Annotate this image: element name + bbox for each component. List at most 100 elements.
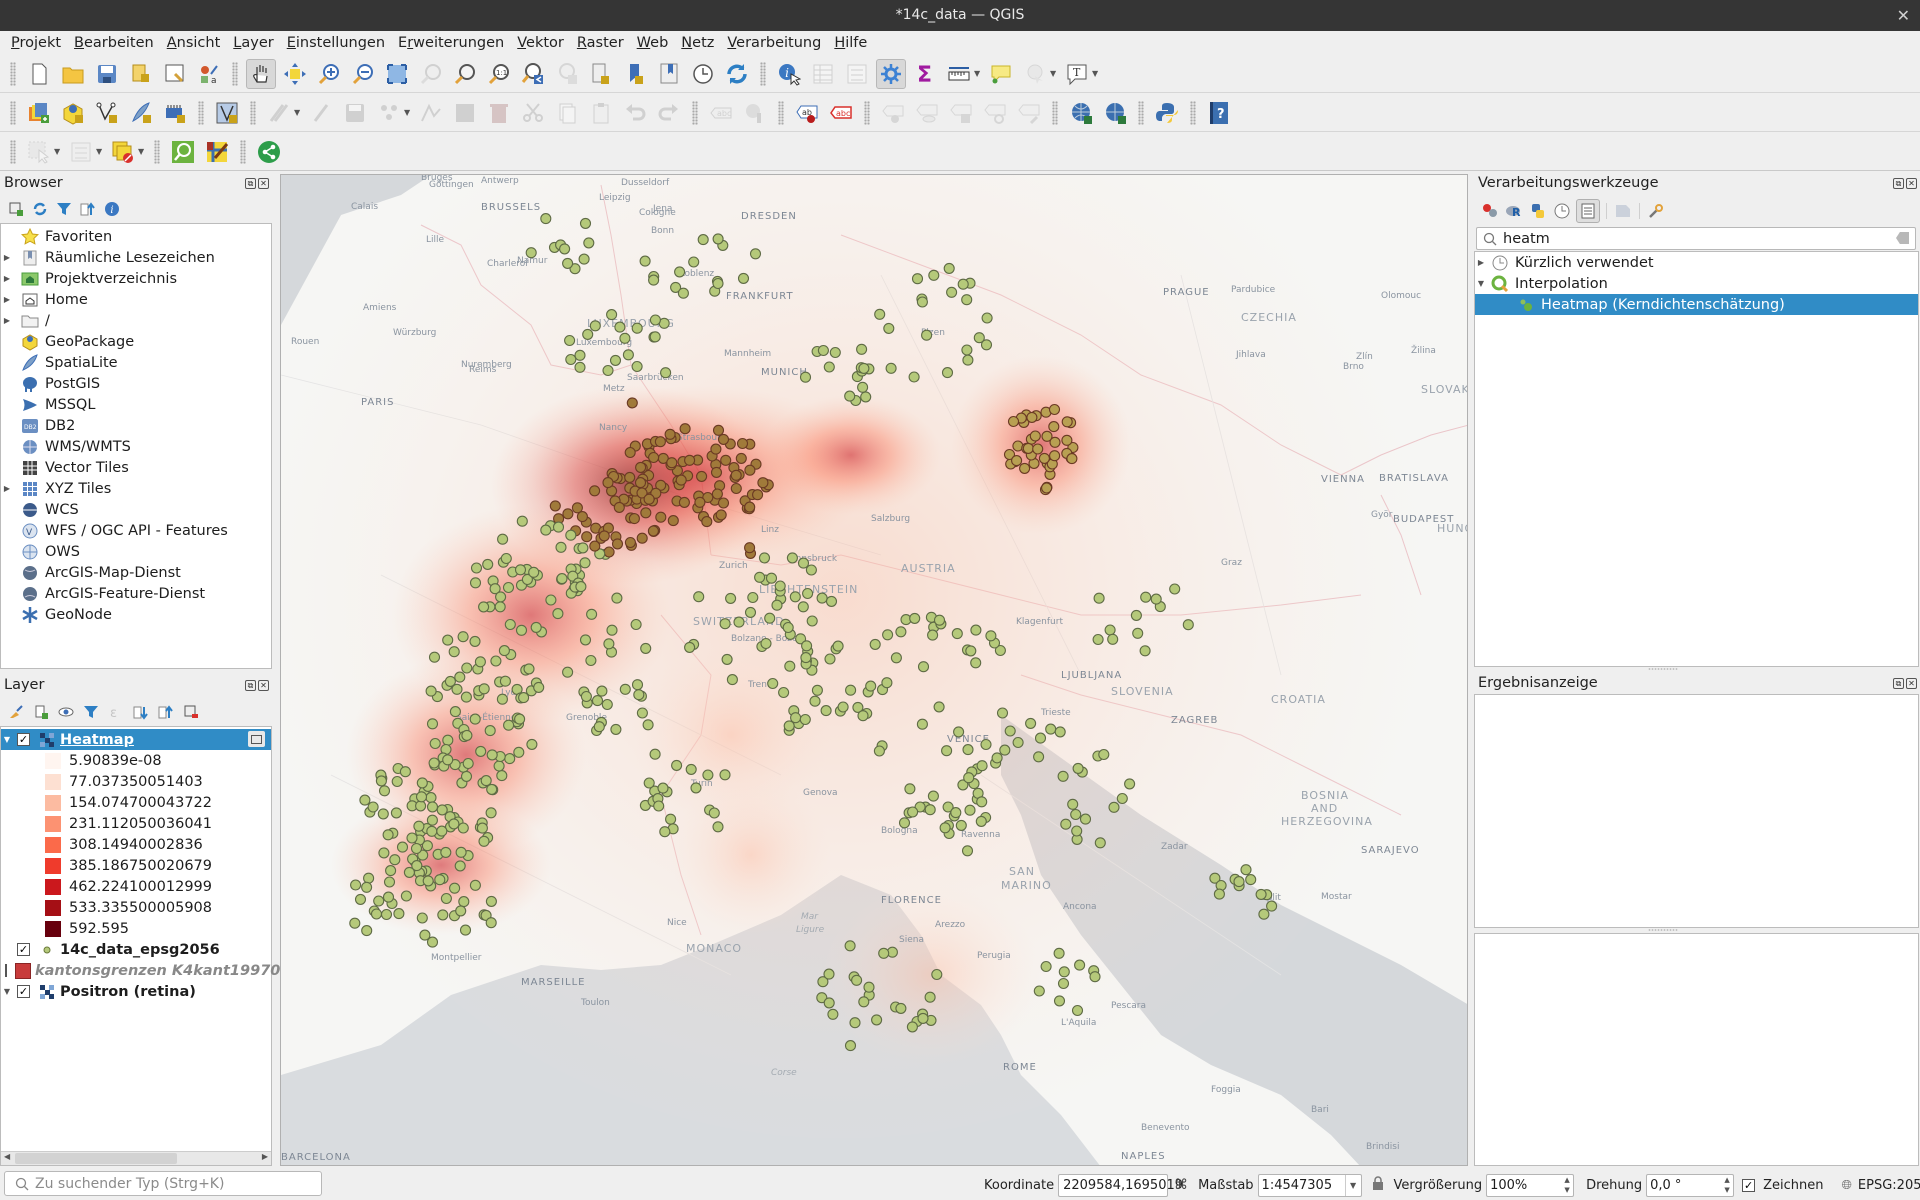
sample-point[interactable] xyxy=(436,804,448,816)
sample-point[interactable] xyxy=(419,929,431,941)
sample-point[interactable] xyxy=(898,817,911,829)
browser-collapse-button[interactable] xyxy=(78,199,98,219)
sample-point[interactable] xyxy=(927,790,939,802)
sample-point[interactable] xyxy=(562,508,574,520)
sample-point[interactable] xyxy=(406,832,418,844)
sample-point[interactable] xyxy=(693,591,705,603)
sample-point[interactable] xyxy=(696,470,708,482)
current-edits-button[interactable] xyxy=(264,98,294,128)
chevron-down-icon[interactable]: ▼ xyxy=(974,69,984,78)
sample-point[interactable] xyxy=(549,500,561,512)
sample-point[interactable] xyxy=(908,371,920,383)
sample-point[interactable] xyxy=(603,638,615,650)
sample-point[interactable] xyxy=(802,587,814,600)
sample-point[interactable] xyxy=(975,815,987,827)
sample-point[interactable] xyxy=(495,591,507,603)
sample-point[interactable] xyxy=(589,540,601,552)
sample-point[interactable] xyxy=(961,845,974,857)
sample-point[interactable] xyxy=(400,890,412,902)
sample-point[interactable] xyxy=(697,234,709,246)
sample-point[interactable] xyxy=(562,666,574,678)
sample-point[interactable] xyxy=(649,331,661,343)
sample-point[interactable] xyxy=(674,266,686,278)
browser-item-xyz-tiles[interactable]: ▶ XYZ Tiles xyxy=(1,478,271,499)
sample-point[interactable] xyxy=(721,653,733,665)
sample-point[interactable] xyxy=(631,360,643,373)
sample-point[interactable] xyxy=(575,581,587,593)
sample-point[interactable] xyxy=(583,237,595,249)
processing-group-k-rzlich-verwendet[interactable]: ▶ Kürzlich verwendet xyxy=(1475,252,1918,273)
results-float-button[interactable]: ⧉ xyxy=(1893,678,1904,689)
share-button[interactable] xyxy=(254,137,284,167)
sample-point[interactable] xyxy=(710,466,723,478)
sample-point[interactable] xyxy=(591,695,604,707)
sample-point[interactable] xyxy=(586,608,598,620)
sample-point[interactable] xyxy=(863,981,875,993)
sample-point[interactable] xyxy=(416,777,428,789)
sample-point[interactable] xyxy=(528,566,540,578)
render-checkbox[interactable]: ✓ xyxy=(1742,1178,1756,1192)
sample-point[interactable] xyxy=(708,807,720,819)
sample-point[interactable] xyxy=(665,813,677,825)
sample-point[interactable] xyxy=(904,783,916,795)
layer-item-points[interactable]: ✓ 14c_data_epsg2056 xyxy=(1,939,271,960)
sample-point[interactable] xyxy=(497,533,509,545)
expand-arrow-icon[interactable]: ▶ xyxy=(1,295,13,304)
sample-point[interactable] xyxy=(533,681,545,693)
sample-point[interactable] xyxy=(504,618,516,631)
sample-point[interactable] xyxy=(1048,421,1060,433)
sample-point[interactable] xyxy=(962,354,974,366)
statistics-button[interactable] xyxy=(842,59,872,89)
sample-point[interactable] xyxy=(459,924,472,936)
sample-point[interactable] xyxy=(455,846,467,858)
sample-point[interactable] xyxy=(449,706,461,718)
layer-indicator-icon[interactable] xyxy=(248,731,265,747)
remove-layer-button[interactable] xyxy=(181,702,201,722)
browser-item-mssql[interactable]: MSSQL xyxy=(1,394,271,415)
sample-point[interactable] xyxy=(444,675,456,687)
sample-point[interactable] xyxy=(1025,717,1037,729)
sample-point[interactable] xyxy=(579,634,592,646)
sample-point[interactable] xyxy=(784,660,796,672)
sample-point[interactable] xyxy=(578,253,590,265)
sample-point[interactable] xyxy=(589,485,601,497)
sample-point[interactable] xyxy=(602,364,614,377)
browser-item-favoriten[interactable]: Favoriten xyxy=(1,226,271,247)
sample-point[interactable] xyxy=(610,723,622,735)
sample-point[interactable] xyxy=(824,653,836,665)
sample-point[interactable] xyxy=(976,760,988,772)
sample-point[interactable] xyxy=(980,738,992,751)
sample-point[interactable] xyxy=(485,807,497,819)
sample-point[interactable] xyxy=(624,536,636,549)
redo-button[interactable] xyxy=(654,98,684,128)
browser-add-selected-button[interactable] xyxy=(6,199,26,219)
browser-item-home[interactable]: ▶ Home xyxy=(1,289,271,310)
sample-point[interactable] xyxy=(437,909,449,921)
browser-item-ows[interactable]: OWS xyxy=(1,541,271,562)
sample-point[interactable] xyxy=(666,457,678,469)
sample-point[interactable] xyxy=(782,621,794,634)
sample-point[interactable] xyxy=(844,1040,857,1052)
sample-point[interactable] xyxy=(469,577,482,589)
sample-point[interactable] xyxy=(744,464,756,476)
save-edits-button[interactable] xyxy=(340,98,370,128)
new-shapefile-layer-button[interactable] xyxy=(92,98,122,128)
sample-point[interactable] xyxy=(1029,430,1041,442)
sample-point[interactable] xyxy=(895,1002,907,1014)
browser-item-wcs[interactable]: WCS xyxy=(1,499,271,520)
sample-point[interactable] xyxy=(823,361,835,373)
sample-point[interactable] xyxy=(626,397,638,409)
sample-point[interactable] xyxy=(823,997,835,1009)
sample-point[interactable] xyxy=(744,501,756,513)
sample-point[interactable] xyxy=(655,511,667,523)
sample-point[interactable] xyxy=(685,763,697,775)
sample-point[interactable] xyxy=(518,692,530,704)
sample-point[interactable] xyxy=(939,822,951,834)
sample-point[interactable] xyxy=(1072,762,1084,774)
new-spatialite-layer-button[interactable] xyxy=(126,98,156,128)
zoom-full-button[interactable] xyxy=(382,59,412,89)
sample-point[interactable] xyxy=(1004,725,1016,737)
sample-point[interactable] xyxy=(606,624,618,636)
layers-float-button[interactable]: ⧉ xyxy=(245,680,256,691)
sample-point[interactable] xyxy=(475,745,487,757)
